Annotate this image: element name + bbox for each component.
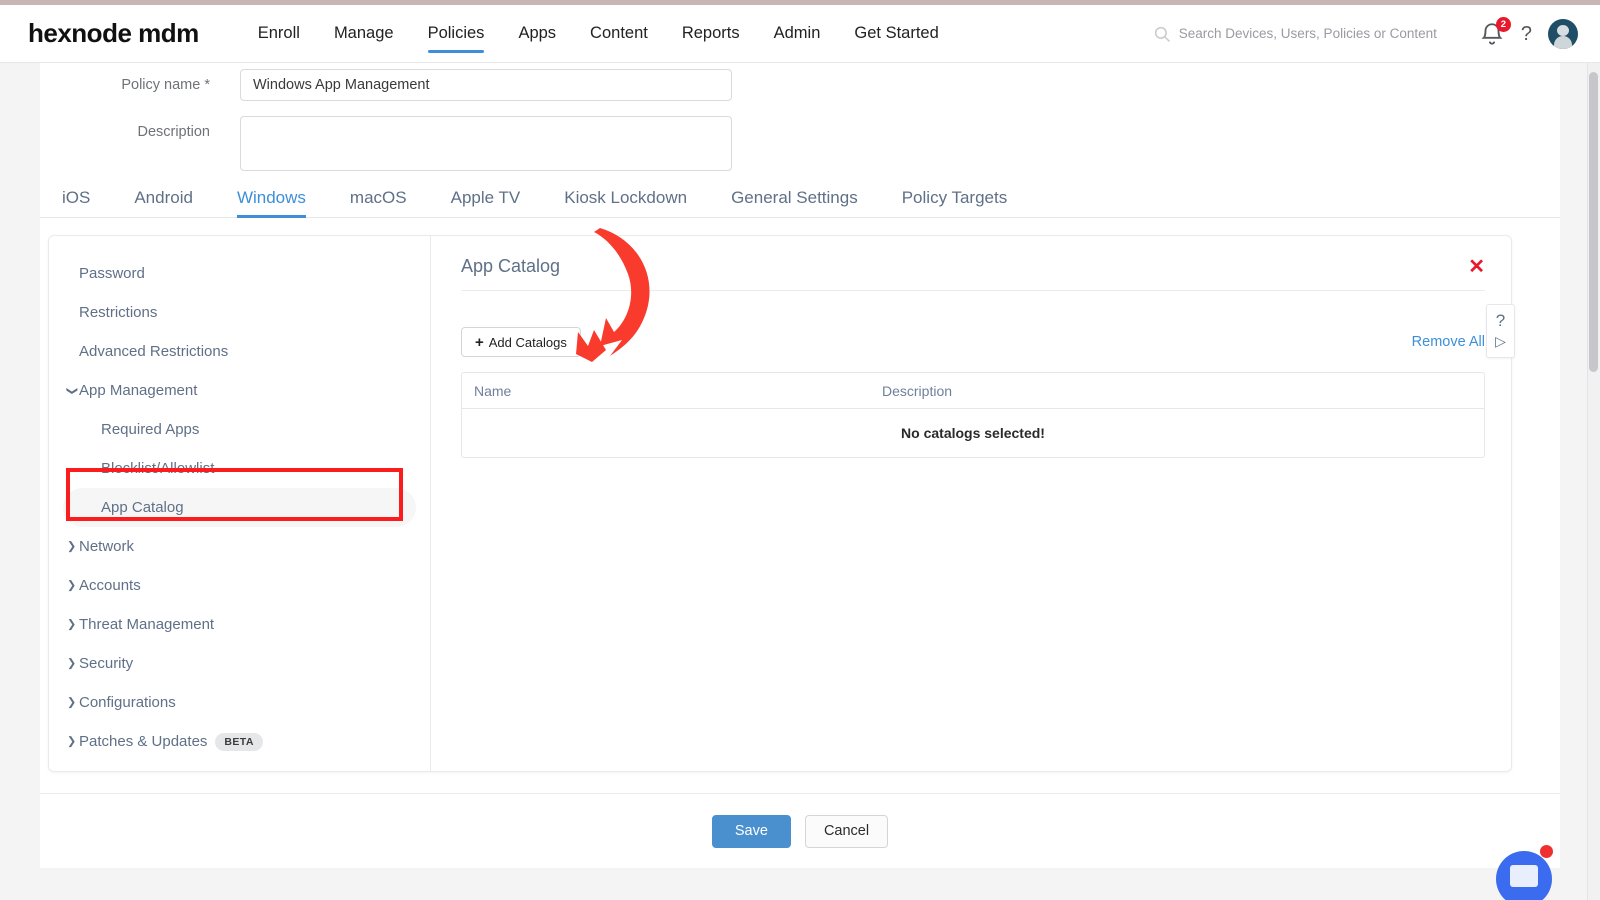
chevron-right-icon: ❯ bbox=[67, 618, 77, 630]
table-header-row: Name Description bbox=[462, 373, 1484, 409]
tab-macos[interactable]: macOS bbox=[328, 188, 429, 217]
remove-all-link[interactable]: Remove All bbox=[1412, 334, 1485, 350]
table-empty-message: No catalogs selected! bbox=[901, 425, 1045, 441]
nav-item-manage[interactable]: Manage bbox=[317, 5, 411, 63]
sidebar-item-label: App Management bbox=[79, 382, 198, 399]
sidebar-item-app-catalog[interactable]: App Catalog bbox=[63, 488, 416, 527]
catalogs-table: Name Description No catalogs selected! bbox=[461, 372, 1485, 458]
page-title: App Catalog bbox=[461, 256, 561, 276]
chevron-right-icon: ❯ bbox=[67, 735, 77, 747]
sidebar-item-app-management[interactable]: ❯ App Management bbox=[63, 371, 416, 410]
tab-android[interactable]: Android bbox=[112, 188, 215, 217]
sidebar-item-patches-updates[interactable]: ❯ Patches & Updates BETA bbox=[63, 722, 416, 761]
sidebar-item-label: Password bbox=[79, 265, 145, 282]
description-label: Description bbox=[137, 124, 210, 140]
platform-tabs: iOS Android Windows macOS Apple TV Kiosk… bbox=[40, 178, 1560, 218]
column-header-description: Description bbox=[882, 382, 953, 399]
sidebar-item-label: Restrictions bbox=[79, 304, 158, 321]
add-catalogs-label: Add Catalogs bbox=[488, 334, 567, 350]
sidebar-item-label: Configurations bbox=[79, 694, 176, 711]
notifications-button[interactable]: 2 bbox=[1479, 16, 1511, 47]
description-textarea[interactable] bbox=[240, 116, 732, 171]
tab-ios[interactable]: iOS bbox=[40, 188, 112, 217]
sidebar-item-label: Threat Management bbox=[79, 616, 215, 633]
avatar[interactable] bbox=[1548, 18, 1578, 49]
sidebar-item-required-apps[interactable]: Required Apps bbox=[63, 410, 416, 449]
question-mark-icon[interactable]: ? bbox=[1496, 312, 1505, 329]
app-root: hexnode mdm Enroll Manage Policies Apps … bbox=[0, 0, 1600, 900]
sidebar-item-label: Advanced Restrictions bbox=[79, 343, 229, 360]
page-scrollbar-thumb[interactable] bbox=[1589, 72, 1598, 372]
help-icon[interactable]: ? bbox=[1521, 24, 1532, 44]
sidebar-item-label: Required Apps bbox=[101, 421, 200, 438]
nav-item-content[interactable]: Content bbox=[573, 5, 665, 63]
sidebar-item-configurations[interactable]: ❯ Configurations bbox=[63, 683, 416, 722]
nav-item-apps[interactable]: Apps bbox=[501, 5, 573, 63]
nav-item-policies[interactable]: Policies bbox=[411, 5, 502, 63]
chevron-right-icon: ❯ bbox=[67, 657, 77, 669]
header-actions: Search Devices, Users, Policies or Conte… bbox=[1153, 16, 1578, 49]
help-side-tab: ? ▷ bbox=[1486, 304, 1515, 358]
tab-general-settings[interactable]: General Settings bbox=[709, 188, 880, 217]
chevron-down-icon: ❯ bbox=[66, 385, 79, 396]
sidebar-item-label: Network bbox=[79, 538, 135, 555]
tab-kiosk-lockdown[interactable]: Kiosk Lockdown bbox=[542, 188, 709, 217]
tab-windows[interactable]: Windows bbox=[215, 188, 328, 218]
add-catalogs-button[interactable]: + Add Catalogs bbox=[461, 327, 581, 357]
sidebar-item-password[interactable]: Password bbox=[63, 254, 416, 293]
sidebar-item-label: App Catalog bbox=[101, 499, 184, 516]
beta-badge: BETA bbox=[215, 732, 263, 751]
sidebar-item-security[interactable]: ❯ Security bbox=[63, 644, 416, 683]
chat-widget-button[interactable] bbox=[1496, 851, 1552, 900]
sidebar-item-blocklist-allowlist[interactable]: Blocklist/Allowlist bbox=[63, 449, 416, 488]
settings-card: Password Restrictions Advanced Restricti… bbox=[48, 235, 1515, 772]
chevron-right-icon: ❯ bbox=[67, 540, 77, 552]
settings-panel: App Catalog ✕ + Add Catalogs Remove All … bbox=[431, 236, 1515, 771]
search-placeholder: Search Devices, Users, Policies or Conte… bbox=[1178, 26, 1437, 41]
policy-name-input[interactable] bbox=[240, 69, 732, 101]
policy-name-row: Policy name * bbox=[40, 69, 732, 101]
sidebar-item-label: Patches & Updates bbox=[79, 733, 208, 750]
notification-badge: 2 bbox=[1495, 16, 1511, 32]
nav-item-reports[interactable]: Reports bbox=[665, 5, 757, 63]
main-navigation: Enroll Manage Policies Apps Content Repo… bbox=[241, 5, 956, 63]
tab-apple-tv[interactable]: Apple TV bbox=[429, 188, 543, 217]
sidebar-item-restrictions[interactable]: Restrictions bbox=[63, 293, 416, 332]
nav-item-admin[interactable]: Admin bbox=[757, 5, 838, 63]
column-header-name: Name bbox=[474, 382, 512, 399]
panel-toolbar: + Add Catalogs Remove All bbox=[461, 327, 1485, 357]
nav-item-enroll[interactable]: Enroll bbox=[241, 5, 317, 63]
chevron-right-icon: ❯ bbox=[67, 579, 77, 591]
sidebar-item-network[interactable]: ❯ Network bbox=[63, 527, 416, 566]
panel-header: App Catalog ✕ bbox=[461, 256, 1485, 291]
cancel-button[interactable]: Cancel bbox=[804, 814, 889, 848]
chevron-right-icon: ❯ bbox=[67, 696, 77, 708]
sidebar-item-label: Security bbox=[79, 655, 134, 672]
play-triangle-icon[interactable]: ▷ bbox=[1495, 334, 1506, 348]
chat-unread-dot bbox=[1540, 845, 1553, 858]
sidebar-item-label: Blocklist/Allowlist bbox=[101, 460, 215, 477]
sidebar-item-advanced-restrictions[interactable]: Advanced Restrictions bbox=[63, 332, 416, 371]
plus-icon: + bbox=[475, 333, 484, 351]
settings-sidebar: Password Restrictions Advanced Restricti… bbox=[49, 236, 431, 771]
description-row: Description bbox=[40, 116, 732, 171]
sidebar-item-accounts[interactable]: ❯ Accounts bbox=[63, 566, 416, 605]
tab-policy-targets[interactable]: Policy Targets bbox=[880, 188, 1030, 217]
search-icon bbox=[1154, 26, 1170, 42]
sidebar-item-threat-management[interactable]: ❯ Threat Management bbox=[63, 605, 416, 644]
save-button[interactable]: Save bbox=[711, 814, 791, 848]
chat-bubble-icon bbox=[1510, 865, 1538, 887]
form-footer: Save Cancel bbox=[40, 793, 1560, 868]
sidebar-item-label: Accounts bbox=[79, 577, 141, 594]
app-header: hexnode mdm Enroll Manage Policies Apps … bbox=[0, 5, 1600, 63]
brand-logo[interactable]: hexnode mdm bbox=[28, 18, 199, 49]
global-search[interactable]: Search Devices, Users, Policies or Conte… bbox=[1153, 25, 1437, 43]
nav-item-get-started[interactable]: Get Started bbox=[837, 5, 955, 63]
policy-name-label: Policy name * bbox=[121, 77, 210, 93]
close-icon[interactable]: ✕ bbox=[1468, 257, 1485, 277]
